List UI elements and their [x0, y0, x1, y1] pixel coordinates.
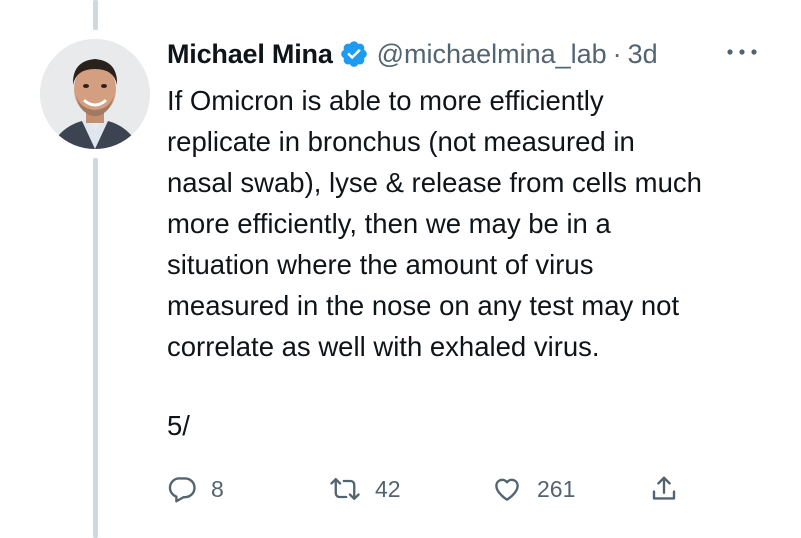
display-name[interactable]: Michael Mina — [167, 39, 333, 70]
like-button[interactable]: 261 — [491, 469, 575, 509]
retweet-icon — [330, 477, 360, 501]
retweet-count: 42 — [375, 475, 401, 502]
avatar[interactable] — [40, 39, 150, 149]
tweet-text: If Omicron is able to more efficiently r… — [167, 85, 702, 362]
handle[interactable]: @michaelmina_lab — [377, 39, 607, 70]
tweet: Michael Mina @michaelmina_lab · 3d If Om… — [167, 34, 789, 503]
share-icon — [652, 476, 676, 500]
avatar-photo — [40, 39, 150, 149]
tweet-header: Michael Mina @michaelmina_lab · 3d — [167, 34, 789, 74]
timestamp[interactable]: 3d — [628, 39, 658, 70]
heart-icon — [495, 478, 519, 501]
retweet-button[interactable]: 42 — [329, 469, 401, 509]
tweet-actions: 8 42 261 — [167, 469, 787, 509]
thread-number: 5/ — [167, 410, 190, 441]
more-icon[interactable] — [725, 46, 759, 58]
reply-button[interactable]: 8 — [167, 469, 224, 509]
share-button[interactable] — [649, 469, 679, 509]
verified-badge-icon — [339, 39, 369, 69]
thread-line-bottom — [93, 158, 98, 538]
thread-line-top — [93, 0, 98, 30]
reply-count: 8 — [211, 475, 224, 502]
separator-dot: · — [612, 38, 622, 69]
like-count: 261 — [537, 475, 576, 502]
reply-icon — [168, 477, 196, 503]
